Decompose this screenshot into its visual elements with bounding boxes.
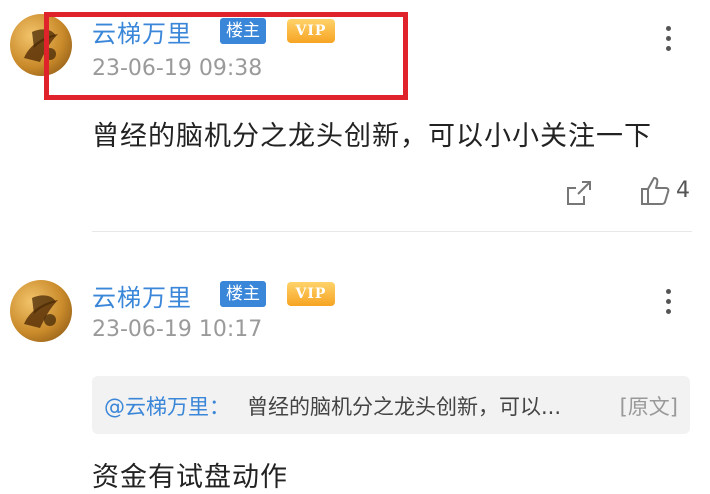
user-avatar[interactable] xyxy=(10,14,72,76)
post-content: 曾经的脑机分之龙头创新，可以小小关注一下 xyxy=(92,121,652,152)
share-icon[interactable] xyxy=(562,176,596,210)
comment-post: 云梯万里 楼主 VIP 23-06-19 09:38 曾经的脑机分之龙头创新，可… xyxy=(0,0,710,232)
view-original-link[interactable]: [原文] xyxy=(620,391,678,421)
post-divider xyxy=(92,231,692,232)
username[interactable]: 云梯万里 xyxy=(92,278,192,313)
user-avatar[interactable] xyxy=(10,280,72,342)
quoted-reply[interactable]: @云梯万里： 曾经的脑机分之龙头创新，可以... [原文] xyxy=(92,376,690,434)
post-timestamp: 23-06-19 10:17 xyxy=(92,317,263,342)
thumbs-up-icon[interactable] xyxy=(638,174,672,208)
vip-badge: VIP xyxy=(287,282,335,306)
quote-text: 曾经的脑机分之龙头创新，可以... xyxy=(247,395,562,419)
post-content: 资金有试盘动作 xyxy=(92,462,288,493)
like-count: 4 xyxy=(676,178,690,203)
more-vertical-icon[interactable] xyxy=(662,289,676,315)
more-vertical-icon[interactable] xyxy=(662,26,676,52)
owner-badge: 楼主 xyxy=(220,18,266,44)
comment-post: 云梯万里 楼主 VIP 23-06-19 10:17 @云梯万里： 曾经的脑机分… xyxy=(0,250,710,493)
quote-mention[interactable]: @云梯万里： xyxy=(104,391,230,421)
vip-badge: VIP xyxy=(287,19,335,43)
username[interactable]: 云梯万里 xyxy=(92,14,192,49)
post-timestamp: 23-06-19 09:38 xyxy=(92,56,263,81)
owner-badge: 楼主 xyxy=(220,281,266,307)
